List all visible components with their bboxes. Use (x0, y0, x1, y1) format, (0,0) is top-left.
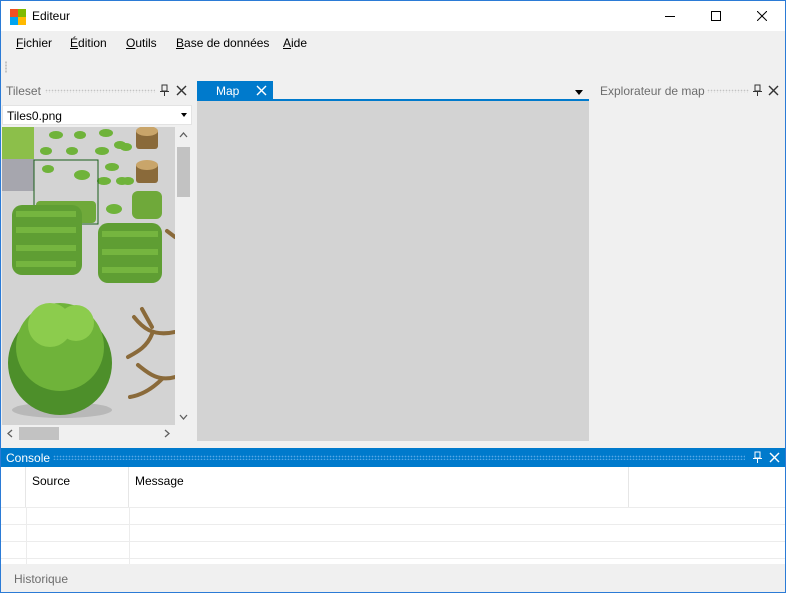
chevron-down-icon (181, 113, 187, 117)
menu-label: utils (135, 36, 157, 50)
close-icon[interactable] (175, 84, 188, 97)
tileset-panel-header[interactable]: Tileset (1, 81, 195, 101)
window-title: Editeur (32, 9, 71, 23)
console-panel-title: Console (6, 451, 51, 465)
tileset-vertical-scrollbar[interactable] (175, 127, 192, 425)
toolbar-grip-icon[interactable] (5, 61, 7, 73)
menu-edition[interactable]: Édition (70, 36, 107, 50)
row-header-column (1, 467, 26, 507)
column-header-label: Message (135, 474, 184, 488)
table-row (1, 507, 785, 508)
pin-icon[interactable] (751, 451, 764, 464)
document-area: Map (197, 81, 589, 441)
chevron-down-icon[interactable] (575, 90, 583, 95)
pin-icon[interactable] (158, 84, 171, 97)
menu-mnemonic: B (176, 36, 185, 50)
tileset-file-value: Tiles0.png (7, 109, 62, 123)
scroll-left-icon[interactable] (2, 425, 19, 442)
menu-outils[interactable]: Outils (126, 36, 157, 50)
tab-map-label: Map (216, 84, 240, 98)
column-header-label: Source (32, 474, 71, 488)
tab-map[interactable]: Map (197, 81, 273, 101)
close-icon[interactable] (256, 85, 267, 96)
menu-mnemonic: A (283, 36, 292, 50)
panel-grip-icon (45, 89, 155, 93)
map-canvas[interactable] (197, 101, 589, 441)
app-icon (10, 9, 26, 25)
menu-fichier[interactable]: Fichier (16, 36, 52, 50)
menu-mnemonic: O (126, 36, 136, 50)
panel-grip-icon (53, 455, 745, 460)
console-panel: Console Source Message (1, 448, 785, 564)
map-explorer-panel: Explorateur de map (593, 81, 785, 441)
scroll-up-icon[interactable] (175, 127, 192, 144)
tileset-panel: Tileset Tiles0.png (1, 81, 195, 442)
explorer-panel-header[interactable]: Explorateur de map (593, 81, 785, 101)
pin-icon[interactable] (751, 84, 764, 97)
scroll-thumb[interactable] (19, 427, 59, 440)
scroll-right-icon[interactable] (158, 425, 175, 442)
menu-label: ichier (23, 36, 53, 50)
close-icon[interactable] (767, 84, 780, 97)
tileset-image-view[interactable] (2, 127, 175, 425)
table-row (1, 541, 785, 542)
minimize-icon (665, 16, 675, 17)
menu-mnemonic: É (70, 36, 79, 50)
title-bar[interactable]: Editeur (1, 1, 785, 31)
table-row (1, 524, 785, 525)
bottom-tab-strip: Historique (1, 564, 785, 592)
scroll-down-icon[interactable] (175, 408, 192, 425)
menu-aide[interactable]: Aide (283, 36, 307, 50)
tileset-image (2, 127, 175, 425)
column-header-message[interactable]: Message (129, 467, 629, 507)
grid-divider (26, 507, 27, 564)
scroll-thumb[interactable] (177, 147, 190, 197)
grid-divider (129, 507, 130, 564)
maximize-button[interactable] (693, 1, 739, 31)
close-window-button[interactable] (739, 1, 785, 31)
close-icon (757, 11, 767, 21)
column-header-source[interactable]: Source (26, 467, 129, 507)
menu-label: ide (291, 36, 308, 50)
scroll-corner (175, 425, 192, 442)
tileset-file-select[interactable]: Tiles0.png (2, 105, 192, 125)
editor-window: Editeur Fichier Édition Outils Base de d… (0, 0, 786, 593)
tileset-panel-title: Tileset (6, 84, 41, 98)
toolbar (1, 55, 785, 79)
explorer-panel-title: Explorateur de map (600, 84, 705, 98)
menu-base-de-donnees[interactable]: Base de données (176, 36, 269, 50)
menu-label: ase de données (184, 36, 270, 50)
menu-bar: Fichier Édition Outils Base de données A… (1, 31, 785, 55)
tab-historique[interactable]: Historique (14, 572, 68, 586)
tileset-horizontal-scrollbar[interactable] (2, 425, 175, 442)
minimize-button[interactable] (647, 1, 693, 31)
table-row (1, 558, 785, 559)
panel-grip-icon (707, 89, 749, 93)
maximize-icon (711, 11, 721, 21)
close-icon[interactable] (768, 451, 781, 464)
console-panel-header[interactable]: Console (1, 448, 785, 467)
menu-label: dition (78, 36, 107, 50)
console-grid[interactable]: Source Message (1, 467, 785, 564)
